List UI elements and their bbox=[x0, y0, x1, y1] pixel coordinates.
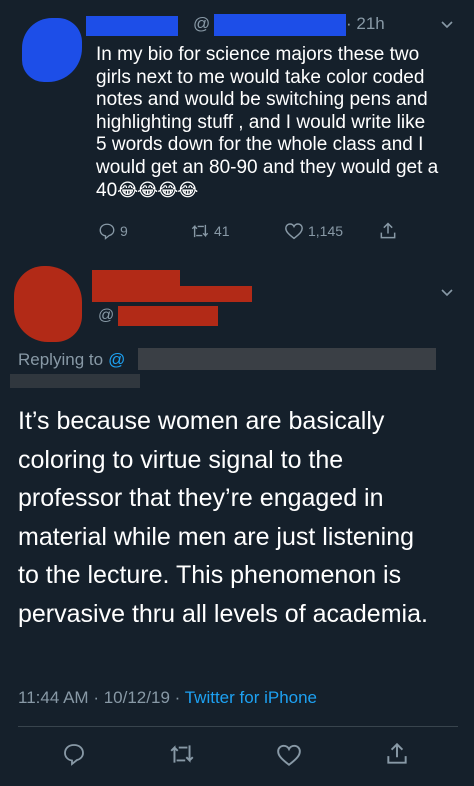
replying-to-label: Replying to bbox=[18, 350, 104, 369]
retweet-icon bbox=[190, 222, 210, 240]
reply-handle: @ bbox=[92, 306, 219, 326]
share-icon[interactable] bbox=[378, 221, 398, 241]
handle: @ bbox=[193, 14, 211, 33]
replying-to-redacted bbox=[138, 348, 436, 370]
reply-icon bbox=[98, 222, 116, 240]
replying-to-handle[interactable]: @ bbox=[108, 350, 125, 370]
reply-avatar[interactable] bbox=[14, 266, 82, 342]
emoji-row: 😂😂😂😂 bbox=[117, 180, 198, 200]
reply-count: 9 bbox=[120, 223, 128, 239]
chevron-down-icon[interactable] bbox=[440, 286, 454, 300]
like-action[interactable]: 1,145 bbox=[284, 222, 343, 240]
reply-handle-redacted bbox=[118, 306, 219, 326]
reply-action[interactable]: 9 bbox=[98, 222, 128, 240]
share-icon[interactable] bbox=[384, 741, 410, 767]
like-icon[interactable] bbox=[276, 743, 302, 767]
reply-date: 10/12/19 bbox=[103, 688, 170, 707]
reply-handle-at: @ bbox=[98, 307, 115, 324]
tweet-time: · 21h bbox=[346, 14, 385, 33]
retweet-action[interactable]: 41 bbox=[190, 222, 230, 240]
client-link[interactable]: Twitter for iPhone bbox=[185, 688, 317, 707]
divider bbox=[18, 726, 458, 727]
replying-to-redacted-2 bbox=[10, 374, 140, 388]
retweet-icon[interactable] bbox=[168, 742, 196, 766]
like-icon bbox=[284, 222, 304, 240]
like-count: 1,145 bbox=[308, 223, 344, 239]
replying-to[interactable]: Replying to @ bbox=[18, 350, 125, 370]
tweet-text: In my bio for science majors these two g… bbox=[96, 44, 439, 201]
reply-time: 11:44 AM bbox=[18, 688, 89, 707]
tweet-meta: 11:44 AM · 10/12/19 · Twitter for iPhone bbox=[18, 688, 318, 707]
reply-text: It’s because women are basically colorin… bbox=[18, 407, 428, 628]
retweet-count: 41 bbox=[214, 223, 230, 239]
avatar[interactable] bbox=[22, 18, 82, 82]
reply-icon[interactable] bbox=[62, 742, 86, 766]
handle-redacted bbox=[214, 14, 346, 36]
reply-name-redacted-2 bbox=[92, 286, 252, 302]
display-name-redacted bbox=[86, 16, 178, 36]
chevron-down-icon[interactable] bbox=[440, 18, 454, 32]
